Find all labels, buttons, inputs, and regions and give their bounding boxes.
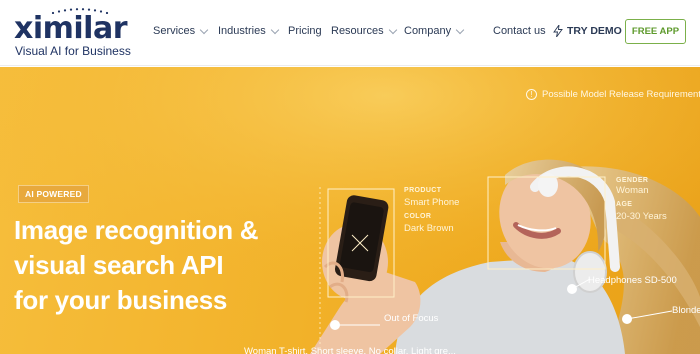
nav-item-pricing[interactable]: Pricing	[288, 25, 322, 37]
nav-item-label: Resources	[331, 25, 384, 37]
nav-item-label: Services	[153, 25, 196, 37]
headline-line-2: visual search API	[14, 250, 224, 280]
logo-wordmark: ximilar	[14, 11, 128, 46]
logo-tagline: Visual AI for Business	[15, 44, 131, 58]
headline-line-3: for your business	[14, 285, 228, 315]
product-tag-label: PRODUCT	[404, 187, 442, 194]
blonde-tag: Blonde	[672, 305, 700, 316]
model-release-note: ! Possible Model Release Requirement	[526, 89, 700, 100]
nav-item-contact[interactable]: Contact us	[493, 25, 546, 37]
model-release-text: Possible Model Release Requirement	[542, 89, 700, 100]
nav-item-label: Contact us	[493, 25, 546, 37]
try-demo-button[interactable]: TRY DEMO	[553, 25, 622, 37]
gender-tag-label: GENDER	[616, 177, 649, 184]
chevron-down-icon	[199, 25, 209, 34]
color-tag-value: Dark Brown	[404, 223, 454, 234]
age-tag-value: 20-30 Years	[616, 211, 667, 222]
product-tag-value: Smart Phone	[404, 197, 460, 208]
nav-item-label: Industries	[218, 25, 266, 37]
chevron-down-icon	[388, 25, 397, 34]
try-demo-label: TRY DEMO	[567, 25, 622, 37]
out-of-focus-tag: Out of Focus	[384, 313, 439, 324]
gender-tag-value: Woman	[616, 185, 649, 196]
color-tag-label: COLOR	[404, 213, 432, 220]
nav-item-label: Pricing	[288, 25, 322, 37]
nav-item-label: Company	[404, 25, 452, 37]
lightning-bolt-icon	[553, 25, 563, 37]
nav-item-resources[interactable]: Resources	[331, 25, 397, 37]
nav-item-company[interactable]: Company	[404, 25, 465, 37]
site-header: ximilar Visual AI for Business Services …	[0, 0, 700, 66]
chevron-down-icon	[455, 25, 465, 34]
headline-line-1: Image recognition &	[14, 215, 259, 245]
nav-item-services[interactable]: Services	[153, 25, 209, 37]
hero-headline: Image recognition & visual search API fo…	[14, 213, 304, 318]
clothing-caption: Woman T-shirt, Short sleeve, No collar, …	[244, 346, 456, 354]
hero-banner: ! Possible Model Release Requirement AI …	[0, 67, 700, 354]
nav-item-industries[interactable]: Industries	[218, 25, 279, 37]
chevron-down-icon	[270, 25, 279, 34]
age-tag-label: AGE	[616, 201, 633, 208]
headphones-tag: Headphones SD-500	[588, 275, 677, 286]
info-icon: !	[526, 89, 537, 100]
free-app-button[interactable]: FREE APP	[625, 19, 686, 44]
ai-powered-badge: AI POWERED	[18, 185, 89, 203]
